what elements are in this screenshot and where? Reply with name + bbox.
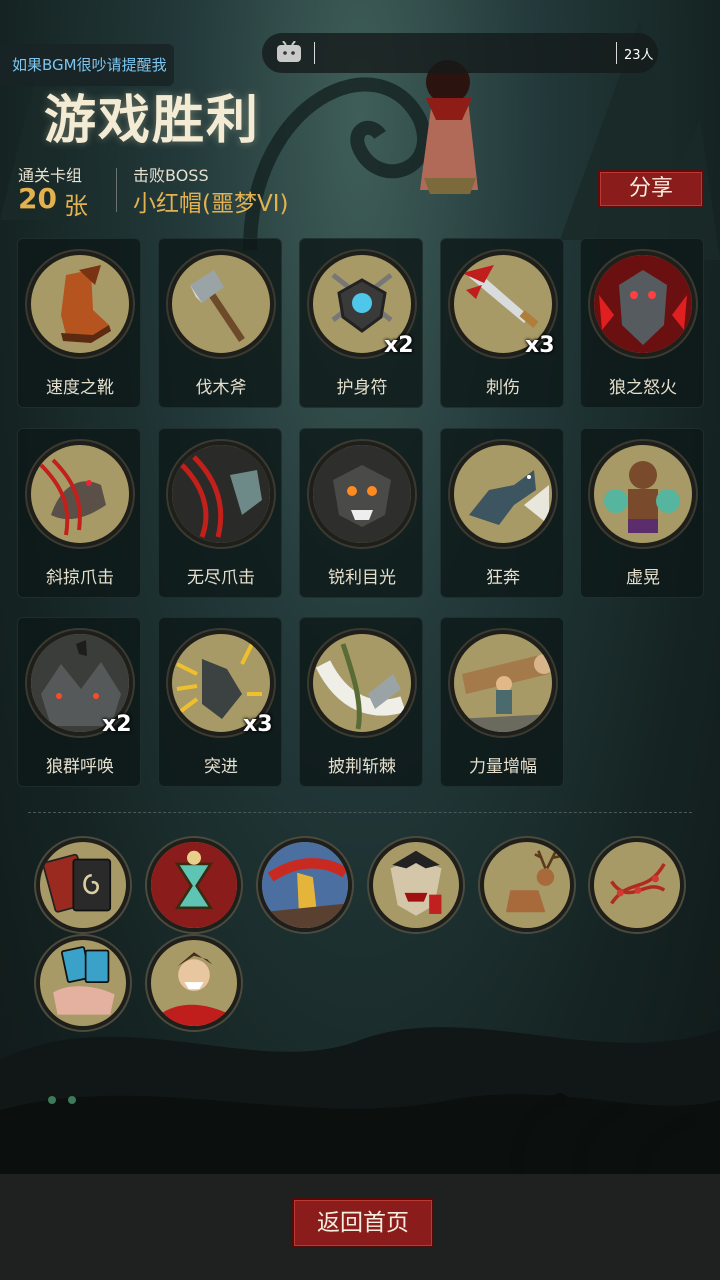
card-item[interactable]: 速度之靴	[17, 238, 141, 408]
card-name: 刺伤	[486, 378, 520, 398]
running-wolf-icon	[469, 470, 549, 525]
endless-claw-icon	[172, 445, 270, 543]
thorn-slash-icon	[315, 643, 406, 730]
card-name: 狼群呼唤	[46, 757, 114, 777]
relic-item[interactable]	[590, 838, 684, 932]
card-art	[590, 441, 696, 547]
card-item[interactable]: 力量增幅	[440, 617, 564, 787]
tv-icon[interactable]	[276, 41, 302, 63]
card-name: 狼之怒火	[609, 378, 677, 398]
card-art	[27, 251, 133, 357]
boxer-icon	[604, 461, 680, 533]
boss-name: 小红帽(噩梦VI)	[133, 191, 289, 217]
share-button[interactable]: 分享	[598, 170, 704, 208]
card-art	[168, 441, 274, 547]
danmaku-bar[interactable]: 23人	[262, 33, 658, 73]
card-art	[450, 441, 556, 547]
card-item[interactable]: 无尽爪击	[158, 428, 282, 598]
stat-divider	[116, 168, 117, 212]
deer-icon	[505, 850, 562, 913]
card-count-badge: x3	[525, 333, 555, 358]
card-name: 锐利目光	[328, 568, 396, 588]
relic-item[interactable]	[36, 936, 130, 1030]
axe-icon	[190, 270, 245, 342]
hourglass-skull-icon	[151, 842, 237, 928]
card-name: 伐木斧	[195, 378, 247, 398]
deck-unit: 张	[64, 192, 88, 220]
madman-icon	[159, 952, 230, 1026]
card-item[interactable]: 伐木斧	[158, 238, 282, 408]
card-count-badge: x3	[243, 712, 273, 737]
deck-count: 20	[18, 182, 57, 215]
card-item[interactable]: 狼之怒火	[580, 238, 704, 408]
dna-icon	[610, 863, 666, 905]
return-home-button[interactable]: 返回首页	[292, 1198, 434, 1248]
card-name: 披荆斩棘	[328, 757, 396, 777]
card-art	[309, 630, 415, 736]
page-title: 游戏胜利	[44, 91, 261, 151]
card-item[interactable]: x3 刺伤	[440, 238, 564, 408]
relic-item[interactable]	[369, 838, 463, 932]
card-item[interactable]: x2 护身符	[299, 238, 423, 408]
relic-item[interactable]	[36, 838, 130, 932]
card-item[interactable]: x2 狼群呼唤	[17, 617, 141, 787]
card-item[interactable]: 狂奔	[440, 428, 564, 598]
boot-icon	[61, 265, 111, 343]
relic-item[interactable]	[480, 838, 574, 932]
card-art	[27, 441, 133, 547]
card-name: 无尽爪击	[187, 568, 255, 588]
card-name: 狂奔	[486, 568, 520, 588]
boss-label: 击败BOSS	[133, 166, 209, 185]
card-item[interactable]: 虚晃	[580, 428, 704, 598]
golden-warrior-icon	[262, 842, 348, 928]
section-divider	[28, 812, 692, 813]
card-item[interactable]: x3 突进	[158, 617, 282, 787]
card-art	[590, 251, 696, 357]
card-name: 突进	[204, 757, 238, 777]
card-name: 力量增幅	[469, 757, 537, 777]
card-item[interactable]: 斜掠爪击	[17, 428, 141, 598]
vampire-icon	[390, 850, 442, 916]
card-art	[309, 441, 415, 547]
card-count-badge: x2	[102, 712, 132, 737]
card-hand-icon	[53, 946, 115, 1015]
card-deck-icon	[42, 853, 112, 913]
card-name: 斜掠爪击	[46, 568, 114, 588]
card-art	[168, 251, 274, 357]
card-count-badge: x2	[384, 333, 414, 358]
relic-item[interactable]	[147, 838, 241, 932]
danmaku-separator	[314, 42, 315, 64]
danmaku-separator	[616, 42, 617, 64]
card-art	[450, 630, 556, 736]
wolf-rage-icon	[594, 255, 692, 353]
card-name: 速度之靴	[46, 378, 114, 398]
log-lift-icon	[454, 654, 552, 732]
card-name: 护身符	[336, 378, 388, 398]
viewer-count: 23人	[624, 48, 654, 63]
claw-slash-icon	[39, 458, 106, 536]
relic-item[interactable]	[258, 838, 352, 932]
card-item[interactable]: 锐利目光	[299, 428, 423, 598]
card-item[interactable]: 披荆斩棘	[299, 617, 423, 787]
card-name: 虚晃	[626, 568, 660, 588]
sharp-gaze-icon	[313, 445, 411, 543]
relic-item[interactable]	[147, 936, 241, 1030]
